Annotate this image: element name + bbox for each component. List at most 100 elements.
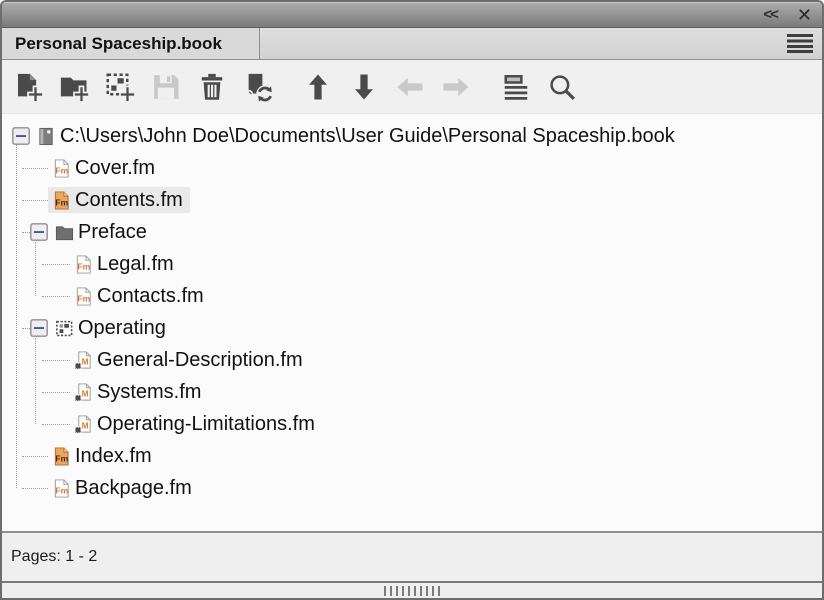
tree-row[interactable]: Operating (6, 312, 822, 344)
tree-connector (42, 424, 70, 425)
tree-connector (42, 296, 70, 297)
tree-connector (22, 328, 30, 329)
add-file-button[interactable] (5, 64, 51, 110)
book-panel: << ✕ Personal Spaceship.book (0, 0, 824, 600)
tree-row-content[interactable]: Index.fm (48, 443, 159, 469)
tree-row[interactable]: Preface (6, 216, 822, 248)
book-icon (37, 127, 56, 146)
delete-button[interactable] (189, 64, 235, 110)
tree-row-content[interactable]: Preface (51, 219, 154, 245)
tree-connector (42, 392, 70, 393)
panel-menu-icon[interactable] (787, 34, 813, 53)
tree-row[interactable]: Operating-Limitations.fm (6, 408, 822, 440)
move-left-button[interactable] (387, 64, 433, 110)
tree-row-content[interactable]: Operating (51, 315, 173, 341)
tree-row[interactable]: Index.fm (6, 440, 822, 472)
tree-connector (22, 488, 48, 489)
save-book-button[interactable] (143, 64, 189, 110)
tree-row[interactable]: Legal.fm (6, 248, 822, 280)
tree-row-label: Cover.fm (75, 158, 155, 178)
tree-row-label: Contents.fm (75, 190, 183, 210)
book-refresh-icon (243, 72, 273, 102)
add-file-icon (13, 72, 43, 102)
folder-icon (55, 223, 74, 242)
tree-row[interactable]: Contacts.fm (6, 280, 822, 312)
tree-row-label: General-Description.fm (97, 350, 303, 370)
tree-row[interactable]: General-Description.fm (6, 344, 822, 376)
bottom-resize-strip (2, 581, 822, 598)
fm-file-icon (52, 159, 71, 178)
tree-row-label: C:\Users\John Doe\Documents\User Guide\P… (60, 126, 675, 146)
tree-row[interactable]: Cover.fm (6, 152, 822, 184)
tree-row-label: Backpage.fm (75, 478, 192, 498)
tree-row-label: Operating-Limitations.fm (97, 414, 315, 434)
fm-generated-file-icon (52, 191, 71, 210)
fm-file-icon (74, 255, 93, 274)
tree-row-label: Index.fm (75, 446, 152, 466)
move-up-button[interactable] (295, 64, 341, 110)
search-icon (547, 72, 577, 102)
tree-row-label: Preface (78, 222, 147, 242)
tree-connector (22, 232, 30, 233)
expander-minus-icon[interactable] (30, 319, 48, 337)
tree-row[interactable]: C:\Users\John Doe\Documents\User Guide\P… (6, 120, 822, 152)
tree-row-label: Legal.fm (97, 254, 174, 274)
tree-row-content[interactable]: Backpage.fm (48, 475, 199, 501)
update-book-button[interactable] (235, 64, 281, 110)
tab-book[interactable]: Personal Spaceship.book (2, 28, 260, 59)
tree-connector (42, 360, 70, 361)
pages-status: Pages: 1 - 2 (11, 548, 97, 566)
arrow-left-icon (395, 72, 425, 102)
display-heading-text-button[interactable] (493, 64, 539, 110)
add-folder-icon (59, 72, 89, 102)
fm-generated-file-icon (52, 447, 71, 466)
tree-row-label: Systems.fm (97, 382, 201, 402)
tree-row[interactable]: Contents.fm (6, 184, 822, 216)
tree-row-content[interactable]: Cover.fm (48, 155, 162, 181)
add-group-button[interactable] (97, 64, 143, 110)
tree-row-content[interactable]: Contacts.fm (70, 283, 211, 309)
expander-minus-icon[interactable] (30, 223, 48, 241)
arrow-up-icon (303, 72, 333, 102)
save-icon (151, 72, 181, 102)
tree-row-content[interactable]: Operating-Limitations.fm (70, 411, 322, 437)
display-text-icon (501, 72, 531, 102)
book-toolbar (2, 60, 822, 114)
tab-strip-spacer (260, 28, 822, 59)
fm-file-icon (52, 479, 71, 498)
tree-row-label: Operating (78, 318, 166, 338)
tree-row-content[interactable]: C:\Users\John Doe\Documents\User Guide\P… (33, 123, 682, 149)
tree-row-content[interactable]: General-Description.fm (70, 347, 310, 373)
fm-group-file-icon (74, 383, 93, 402)
tab-title: Personal Spaceship.book (15, 34, 222, 54)
panel-titlebar: << ✕ (2, 2, 822, 28)
add-group-icon (105, 72, 135, 102)
fm-file-icon (74, 287, 93, 306)
tree-connector (42, 264, 70, 265)
tree-row-label: Contacts.fm (97, 286, 204, 306)
add-folder-button[interactable] (51, 64, 97, 110)
arrow-down-icon (349, 72, 379, 102)
resize-grip-handle[interactable] (384, 586, 440, 596)
tree-row-content[interactable]: Contents.fm (48, 187, 190, 213)
move-down-button[interactable] (341, 64, 387, 110)
search-button[interactable] (539, 64, 585, 110)
status-bar: Pages: 1 - 2 (2, 531, 822, 581)
fm-group-file-icon (74, 351, 93, 370)
tree-connector (22, 168, 48, 169)
group-icon (55, 319, 74, 338)
collapse-panel-icon[interactable]: << (763, 7, 777, 22)
arrow-right-icon (441, 72, 471, 102)
tree-connector (22, 456, 48, 457)
move-right-button[interactable] (433, 64, 479, 110)
expander-minus-icon[interactable] (12, 127, 30, 145)
tree-row[interactable]: Backpage.fm (6, 472, 822, 504)
tree-row-content[interactable]: Systems.fm (70, 379, 208, 405)
fm-group-file-icon (74, 415, 93, 434)
tree-row[interactable]: Systems.fm (6, 376, 822, 408)
book-file-tree: C:\Users\John Doe\Documents\User Guide\P… (2, 114, 822, 531)
close-icon[interactable]: ✕ (797, 6, 812, 24)
tree-connector (22, 200, 48, 201)
tab-strip: Personal Spaceship.book (2, 28, 822, 60)
tree-row-content[interactable]: Legal.fm (70, 251, 181, 277)
